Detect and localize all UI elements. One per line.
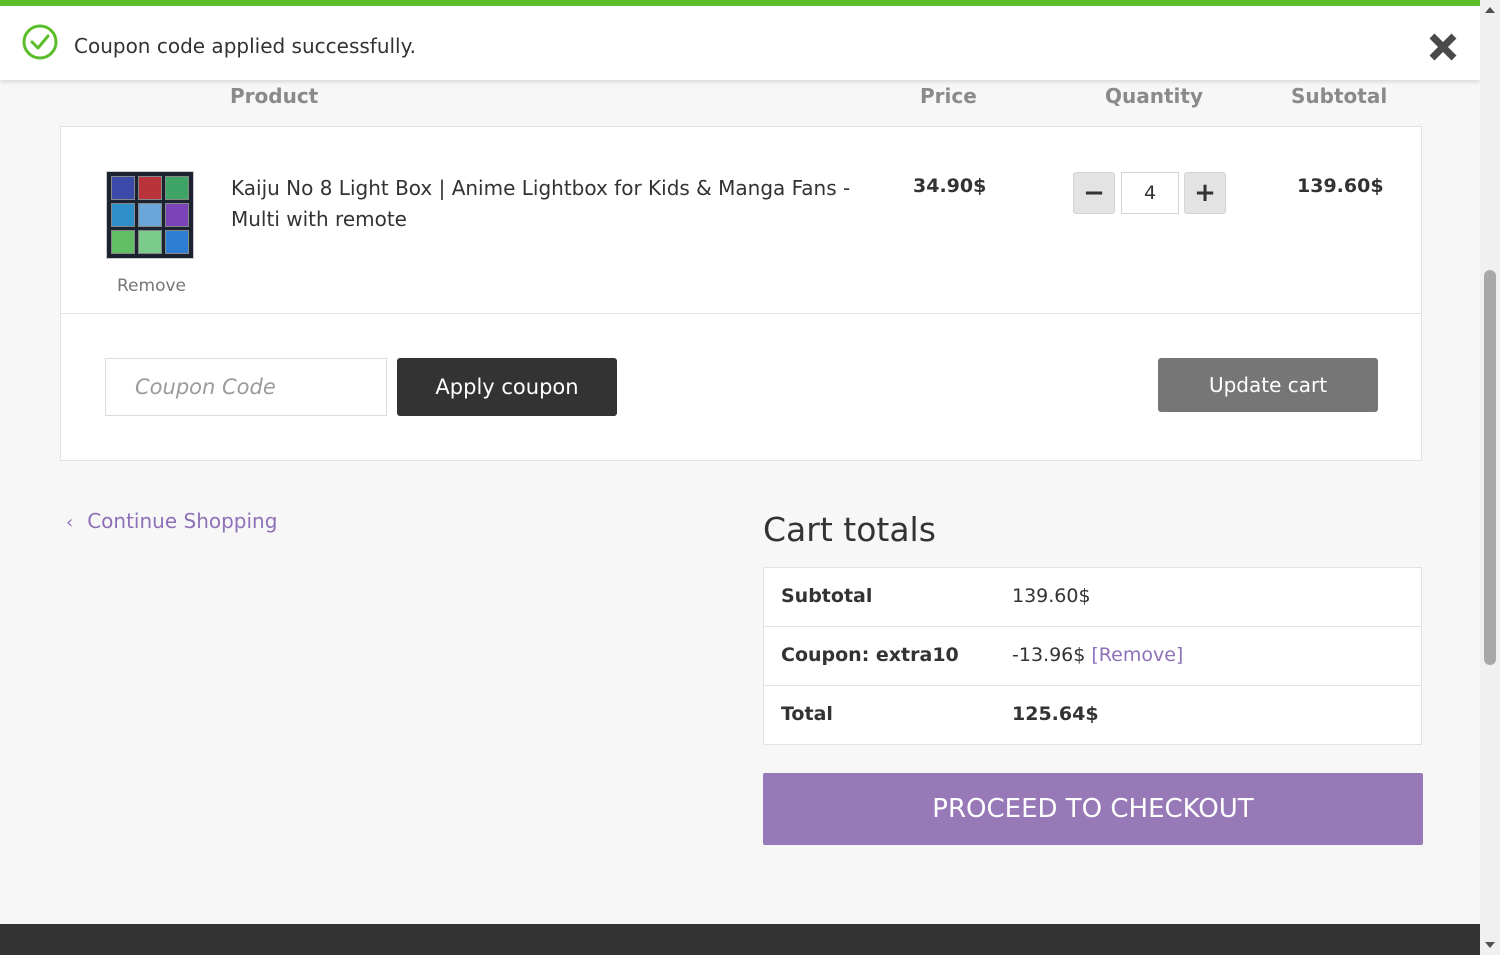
notice-message: Coupon code applied successfully. bbox=[74, 34, 416, 58]
footer-bar bbox=[0, 924, 1480, 955]
product-name-link[interactable]: Kaiju No 8 Light Box | Anime Lightbox fo… bbox=[231, 173, 851, 235]
cart-totals-title: Cart totals bbox=[763, 510, 936, 549]
quantity-decrease-button[interactable]: − bbox=[1073, 172, 1115, 214]
continue-shopping-label: Continue Shopping bbox=[87, 509, 278, 533]
quantity-increase-button[interactable]: + bbox=[1184, 172, 1226, 214]
header-product: Product bbox=[230, 84, 319, 108]
update-cart-button[interactable]: Update cart bbox=[1158, 358, 1378, 412]
remove-coupon-link[interactable]: [Remove] bbox=[1091, 644, 1183, 666]
close-icon[interactable] bbox=[1426, 30, 1460, 64]
cart-totals-table: Subtotal 139.60$ Coupon: extra10 -13.96$… bbox=[763, 567, 1422, 745]
chevron-left-icon: ‹ bbox=[66, 512, 74, 533]
scrollbar-thumb[interactable] bbox=[1484, 270, 1496, 665]
totals-row-subtotal: Subtotal 139.60$ bbox=[764, 568, 1421, 627]
header-quantity: Quantity bbox=[1105, 84, 1203, 108]
totals-row-total: Total 125.64$ bbox=[764, 686, 1421, 744]
coupon-value: -13.96$ bbox=[1012, 644, 1086, 666]
cart-table: Remove Kaiju No 8 Light Box | Anime Ligh… bbox=[60, 126, 1422, 461]
item-subtotal: 139.60$ bbox=[1297, 175, 1384, 197]
continue-shopping-link[interactable]: ‹ Continue Shopping bbox=[66, 509, 277, 533]
remove-item-link[interactable]: Remove bbox=[117, 276, 186, 296]
cart-page: Coupon code applied successfully. Produc… bbox=[0, 0, 1480, 955]
cart-table-header: Product Price Quantity Subtotal bbox=[0, 84, 1480, 114]
vertical-scrollbar[interactable] bbox=[1480, 0, 1500, 955]
header-price: Price bbox=[920, 84, 977, 108]
divider bbox=[61, 313, 1421, 314]
apply-coupon-button[interactable]: Apply coupon bbox=[397, 358, 617, 416]
product-thumbnail[interactable] bbox=[106, 171, 194, 259]
check-circle-icon bbox=[22, 24, 58, 60]
coupon-label: Coupon: extra10 bbox=[781, 644, 959, 666]
proceed-to-checkout-button[interactable]: PROCEED TO CHECKOUT bbox=[763, 773, 1423, 845]
total-label: Total bbox=[781, 703, 833, 725]
product-price: 34.90$ bbox=[913, 175, 987, 197]
subtotal-label: Subtotal bbox=[781, 585, 873, 607]
subtotal-value: 139.60$ bbox=[1012, 585, 1091, 607]
totals-row-coupon: Coupon: extra10 -13.96$ [Remove] bbox=[764, 627, 1421, 686]
coupon-discount: -13.96$ [Remove] bbox=[1012, 644, 1183, 666]
total-value: 125.64$ bbox=[1012, 703, 1099, 725]
scroll-up-arrow-icon[interactable] bbox=[1480, 0, 1500, 20]
coupon-code-input[interactable] bbox=[105, 358, 387, 416]
success-notice: Coupon code applied successfully. bbox=[0, 0, 1480, 80]
header-subtotal: Subtotal bbox=[1291, 84, 1388, 108]
scroll-down-arrow-icon[interactable] bbox=[1480, 935, 1500, 955]
quantity-input[interactable] bbox=[1121, 172, 1179, 214]
